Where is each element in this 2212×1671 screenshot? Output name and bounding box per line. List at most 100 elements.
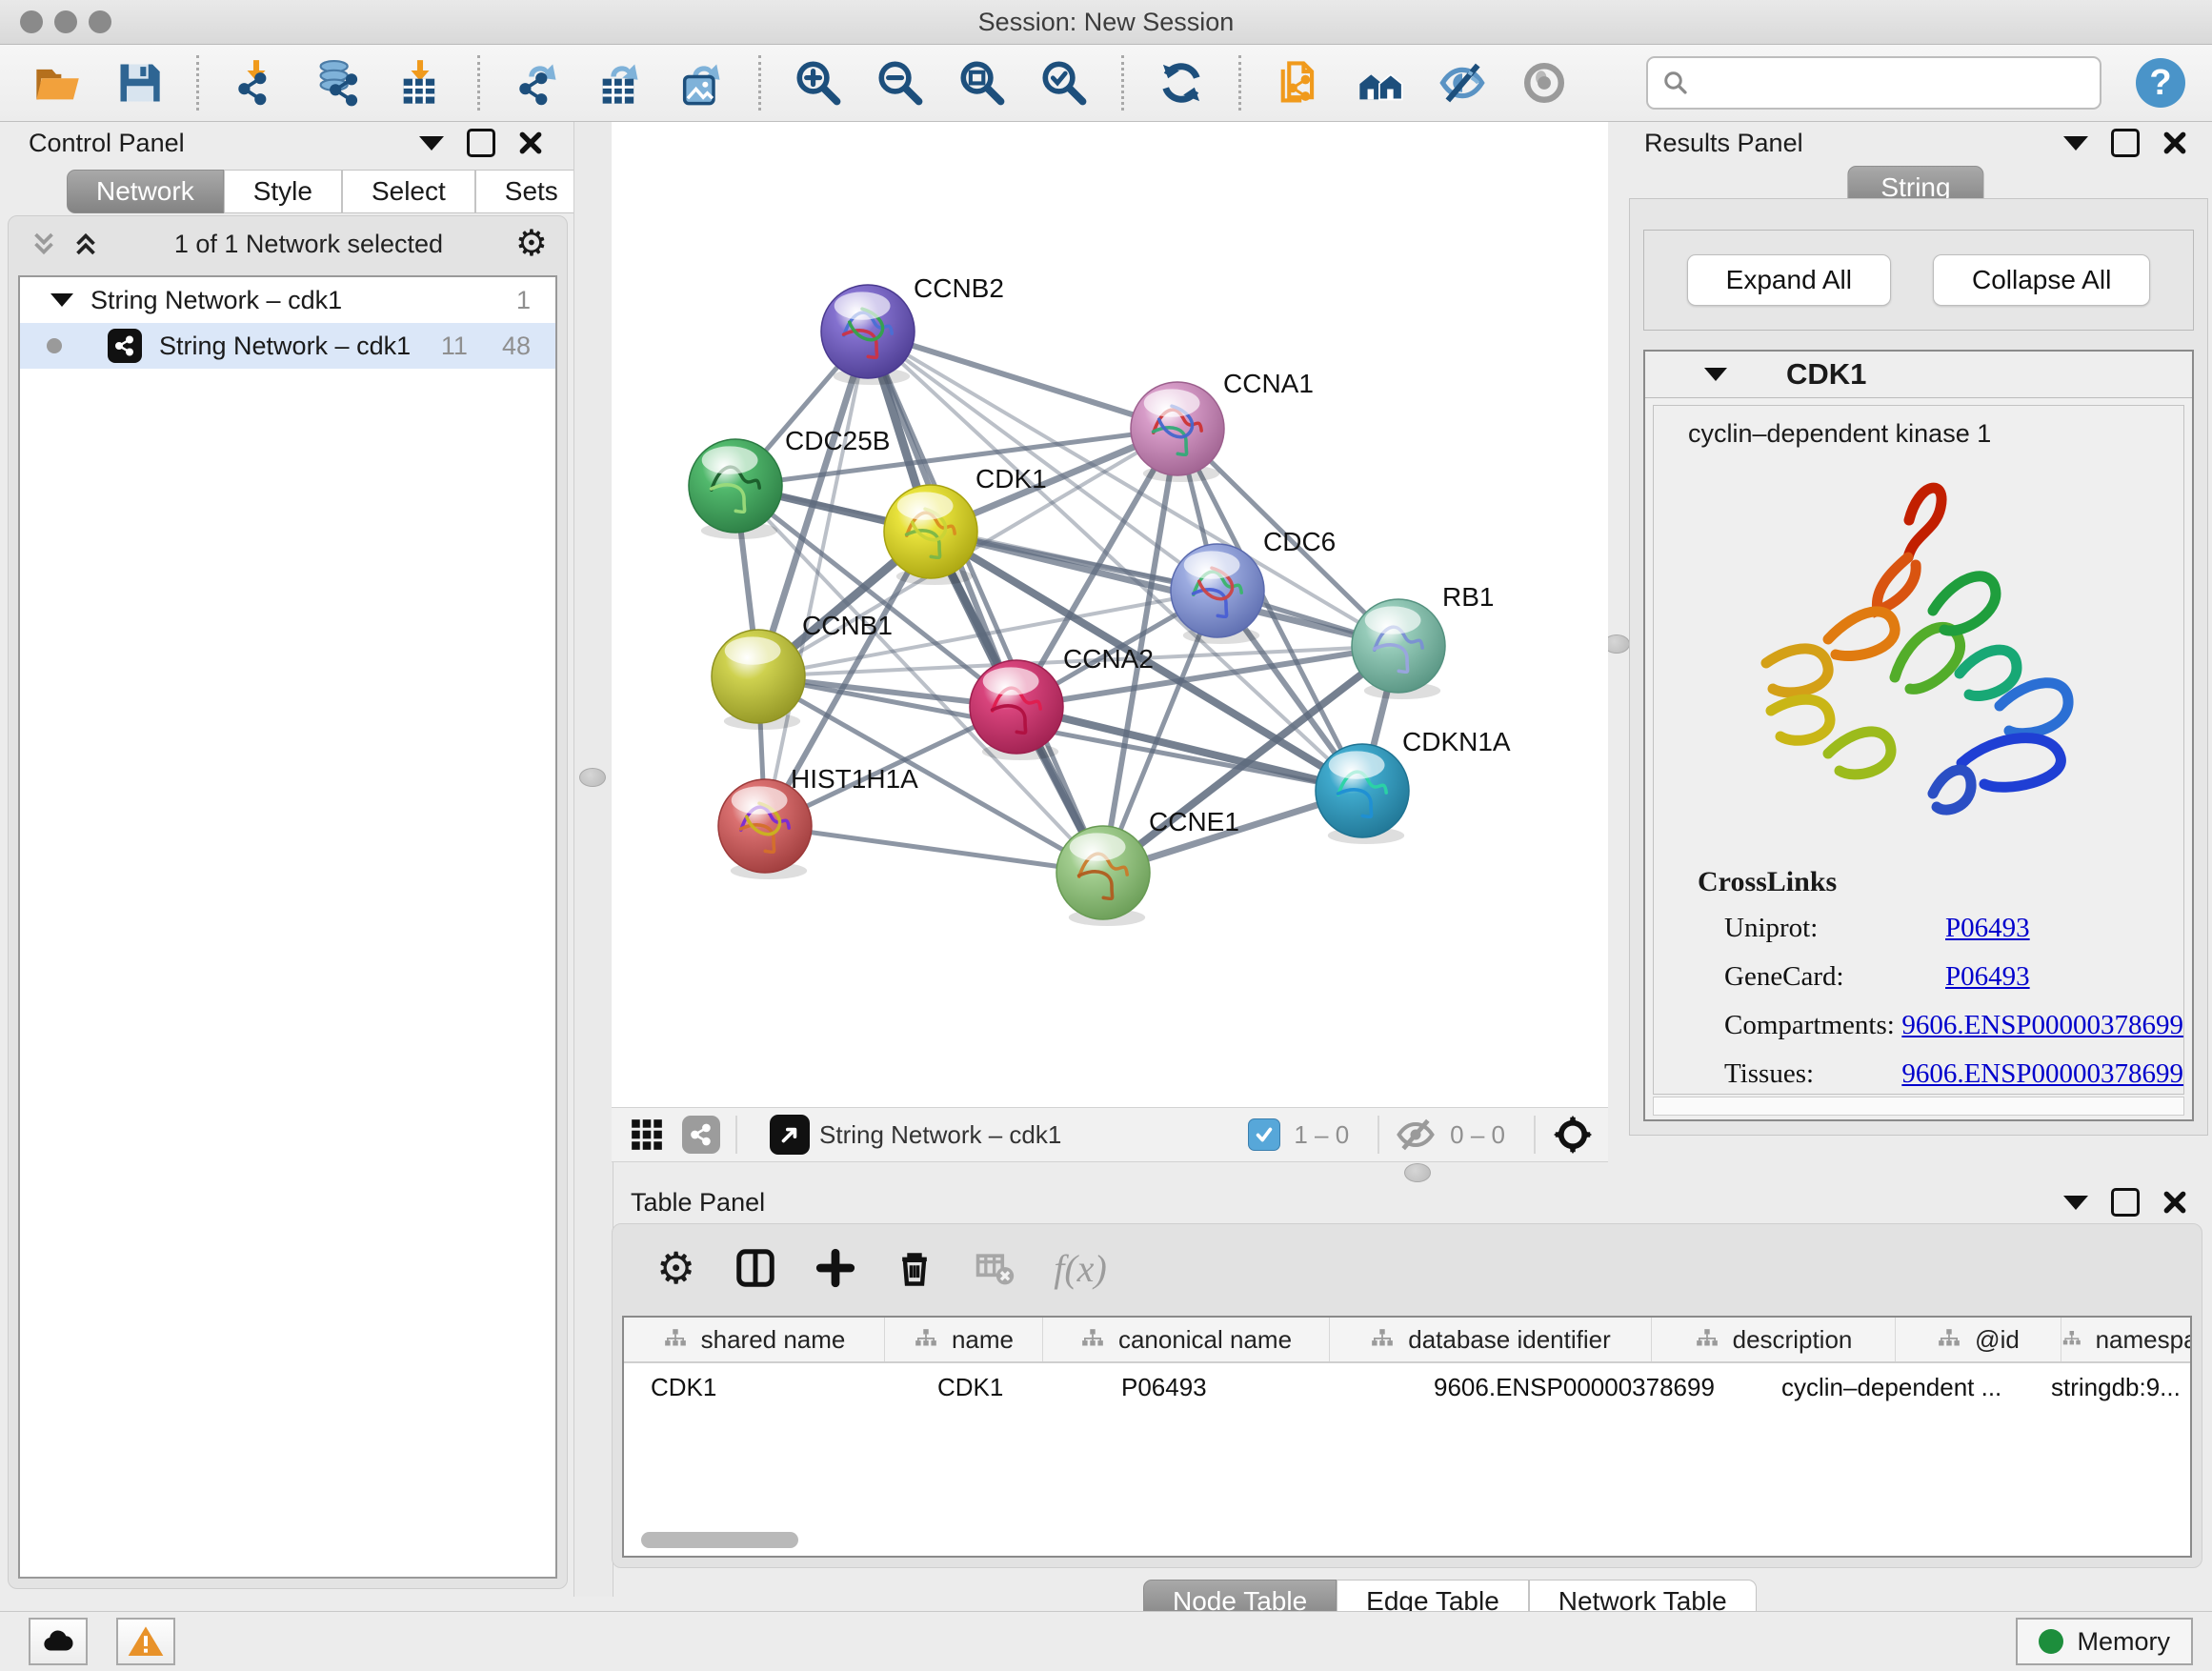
expand-all-button[interactable]: Expand All (1687, 254, 1891, 306)
export-image-icon[interactable] (674, 56, 728, 110)
network-canvas[interactable]: CCNB2CCNA1CDC25BCDK1CDC6RB1CCNB1CCNA2CDK… (612, 122, 1608, 1107)
zoom-fit-icon[interactable] (955, 56, 1009, 110)
gene-disclosure-icon[interactable] (1704, 368, 1727, 381)
panel-menu-icon[interactable] (2063, 136, 2088, 151)
column-header-description[interactable]: description (1652, 1318, 1896, 1361)
create-column-plus-icon[interactable] (815, 1248, 855, 1288)
memory-button[interactable]: Memory (2016, 1618, 2193, 1665)
close-panel-icon[interactable] (2162, 131, 2187, 155)
gene-description: cyclin–dependent kinase 1 (1654, 406, 2183, 449)
gene-card-header[interactable]: CDK1 (1645, 352, 2192, 398)
node-label-rb1: RB1 (1442, 582, 1494, 612)
column-header-id[interactable]: @id (1896, 1318, 2061, 1361)
show-eye-icon[interactable] (1518, 56, 1571, 110)
column-header-namespace[interactable]: namespace (2061, 1318, 2192, 1361)
network-label: String Network – cdk1 (159, 332, 411, 361)
node-table-body: ⚙ f(x) shared namenamecanonical namedata… (612, 1223, 2202, 1568)
column-header-shared-name[interactable]: shared name (624, 1318, 885, 1361)
tab-style[interactable]: Style (224, 170, 342, 213)
results-panel-title: Results Panel (1644, 129, 1803, 158)
crosslink-link[interactable]: P06493 (1945, 961, 2030, 993)
collection-disclosure-icon[interactable] (50, 293, 73, 307)
import-network-icon[interactable] (230, 56, 283, 110)
table-settings-gear-icon[interactable]: ⚙ (656, 1246, 695, 1290)
export-network-icon[interactable] (511, 56, 564, 110)
string-home-icon[interactable] (1354, 56, 1407, 110)
panel-menu-icon[interactable] (2063, 1196, 2088, 1210)
zoom-selected-icon[interactable] (1037, 56, 1091, 110)
network-node-ccne1[interactable] (1056, 826, 1150, 926)
network-share-icon[interactable] (682, 1116, 720, 1154)
bottom-splitter-grip[interactable] (1404, 1163, 1431, 1182)
import-network-database-icon[interactable] (312, 56, 365, 110)
table-cell: CDK1 (624, 1363, 911, 1411)
warnings-button[interactable] (116, 1618, 175, 1665)
crosslink-label: Uniprot: (1724, 913, 1945, 944)
expand-all-icon[interactable] (70, 228, 102, 260)
node-label-ccna2: CCNA2 (1063, 644, 1154, 674)
delete-column-trash-icon[interactable] (894, 1247, 935, 1289)
left-splitter-grip[interactable] (579, 768, 606, 787)
selected-count: 1 – 0 (1294, 1120, 1349, 1150)
control-panel-tabs: NetworkStyleSelectSets (67, 170, 588, 213)
search-box[interactable] (1646, 56, 2101, 110)
close-panel-icon[interactable] (518, 131, 543, 155)
collapse-all-button[interactable]: Collapse All (1933, 254, 2150, 306)
selected-checkbox-icon[interactable] (1248, 1118, 1280, 1151)
search-input[interactable] (1690, 63, 2100, 103)
open-session-icon[interactable] (30, 56, 84, 110)
network-edge-ccnb2-ccna1[interactable] (868, 332, 1177, 429)
hidden-eye-icon (1395, 1114, 1437, 1156)
float-panel-icon[interactable] (2111, 129, 2140, 157)
network-collection-row[interactable]: String Network – cdk1 1 (20, 277, 555, 323)
network-node-ccna1[interactable] (1131, 382, 1224, 482)
crosslink-link[interactable]: 9606.ENSP00000378699 (1901, 1058, 2183, 1090)
show-columns-icon[interactable] (734, 1246, 777, 1290)
network-tab-body: 1 of 1 Network selected ⚙ String Network… (8, 215, 568, 1589)
hide-panels-icon[interactable] (1436, 56, 1489, 110)
tab-sets[interactable]: Sets (475, 170, 588, 213)
network-node-rb1[interactable] (1352, 599, 1445, 699)
network-row[interactable]: String Network – cdk1 11 48 (20, 323, 555, 369)
column-header-database-identifier[interactable]: database identifier (1330, 1318, 1652, 1361)
share-document-icon[interactable] (1272, 56, 1325, 110)
import-table-icon[interactable] (393, 56, 447, 110)
float-panel-icon[interactable] (2111, 1188, 2140, 1217)
table-row[interactable]: CDK1CDK1P064939606.ENSP00000378699cyclin… (624, 1363, 2190, 1411)
collapse-all-icon[interactable] (28, 228, 60, 260)
panel-menu-icon[interactable] (419, 136, 444, 151)
network-node-cdkn1a[interactable] (1316, 744, 1409, 844)
memory-label: Memory (2077, 1627, 2170, 1657)
left-splitter[interactable] (573, 122, 613, 1597)
network-node-cdc6[interactable] (1171, 544, 1264, 644)
fit-target-icon[interactable] (1551, 1113, 1595, 1157)
node-label-cdkn1a: CDKN1A (1402, 727, 1511, 756)
network-edge-hist1h1a-ccne1[interactable] (765, 826, 1103, 873)
zoom-out-icon[interactable] (874, 56, 927, 110)
birds-eye-view-icon[interactable] (770, 1115, 810, 1155)
grid-view-icon[interactable] (629, 1117, 665, 1153)
zoom-in-icon[interactable] (792, 56, 845, 110)
crosslink-link[interactable]: 9606.ENSP00000378699 (1901, 1010, 2183, 1041)
column-header-name[interactable]: name (885, 1318, 1043, 1361)
close-panel-icon[interactable] (2162, 1190, 2187, 1215)
network-node-hist1h1a[interactable] (718, 779, 812, 879)
save-session-icon[interactable] (112, 56, 166, 110)
cloud-icon (40, 1623, 76, 1660)
column-header-canonical-name[interactable]: canonical name (1043, 1318, 1330, 1361)
horizontal-scrollbar-thumb[interactable] (641, 1532, 798, 1548)
network-node-ccnb1[interactable] (712, 630, 805, 730)
results-scroll-strip[interactable] (1653, 1097, 2184, 1116)
refresh-view-icon[interactable] (1155, 56, 1208, 110)
export-table-icon[interactable] (593, 56, 646, 110)
table-header-row: shared namenamecanonical namedatabase id… (624, 1318, 2190, 1363)
float-panel-icon[interactable] (467, 129, 495, 157)
tab-select[interactable]: Select (342, 170, 475, 213)
crosslink-link[interactable]: P06493 (1945, 913, 2030, 944)
network-options-gear-icon[interactable]: ⚙ (515, 226, 548, 262)
network-node-cdc25b[interactable] (689, 439, 782, 539)
node-label-cdc6: CDC6 (1263, 527, 1336, 556)
cloud-button[interactable] (29, 1618, 88, 1665)
tab-network[interactable]: Network (67, 170, 224, 213)
help-button[interactable]: ? (2136, 58, 2185, 108)
